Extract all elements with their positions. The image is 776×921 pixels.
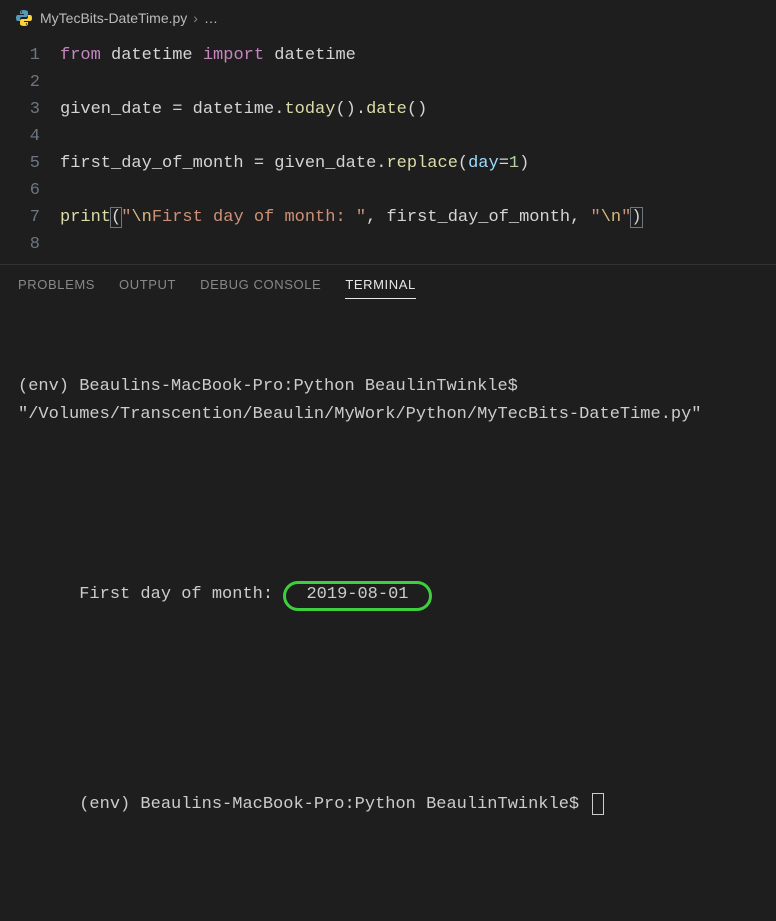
- breadcrumb[interactable]: MyTecBits-DateTime.py › …: [0, 0, 776, 36]
- line-number: 6: [0, 177, 40, 204]
- line-number: 1: [0, 42, 40, 69]
- line-number: 3: [0, 96, 40, 123]
- code-line[interactable]: [60, 123, 776, 150]
- result-highlight: 2019-08-01: [283, 581, 431, 611]
- terminal-result-line: First day of month: 2019-08-01: [18, 553, 758, 639]
- panel-tab-debug-console[interactable]: DEBUG CONSOLE: [200, 277, 321, 299]
- code-editor[interactable]: 12345678 from datetime import datetime gi…: [0, 36, 776, 258]
- terminal-output[interactable]: (env) Beaulins-MacBook-Pro:Python Beauli…: [0, 309, 776, 921]
- line-number: 8: [0, 231, 40, 258]
- line-number-gutter: 12345678: [0, 42, 60, 258]
- line-number: 7: [0, 204, 40, 231]
- line-number: 2: [0, 69, 40, 96]
- breadcrumb-separator: ›: [193, 10, 198, 26]
- code-line[interactable]: [60, 177, 776, 204]
- code-line[interactable]: [60, 231, 776, 258]
- code-line[interactable]: [60, 69, 776, 96]
- terminal-line: (env) Beaulins-MacBook-Pro:Python Beauli…: [18, 373, 758, 429]
- terminal-prompt: (env) Beaulins-MacBook-Pro:Python Beauli…: [79, 795, 589, 814]
- line-number: 5: [0, 150, 40, 177]
- code-line[interactable]: given_date = datetime.today().date(): [60, 96, 776, 123]
- terminal-prompt-line[interactable]: (env) Beaulins-MacBook-Pro:Python Beauli…: [18, 763, 758, 847]
- breadcrumb-filename[interactable]: MyTecBits-DateTime.py: [40, 10, 187, 26]
- code-area[interactable]: from datetime import datetime given_date …: [60, 42, 776, 258]
- panel-tab-output[interactable]: OUTPUT: [119, 277, 176, 299]
- result-label: First day of month:: [79, 585, 283, 604]
- python-icon: [16, 10, 32, 26]
- bottom-panel: PROBLEMS OUTPUT DEBUG CONSOLE TERMINAL (env…: [0, 264, 776, 921]
- terminal-cursor: [593, 794, 603, 814]
- code-line[interactable]: print("\nFirst day of month: ", first_da…: [60, 204, 776, 231]
- code-line[interactable]: first_day_of_month = given_date.replace(…: [60, 150, 776, 177]
- code-line[interactable]: from datetime import datetime: [60, 42, 776, 69]
- panel-tab-terminal[interactable]: TERMINAL: [345, 277, 416, 299]
- panel-tab-problems[interactable]: PROBLEMS: [18, 277, 95, 299]
- panel-tabs: PROBLEMS OUTPUT DEBUG CONSOLE TERMINAL: [0, 265, 776, 309]
- line-number: 4: [0, 123, 40, 150]
- breadcrumb-ellipsis[interactable]: …: [204, 10, 218, 26]
